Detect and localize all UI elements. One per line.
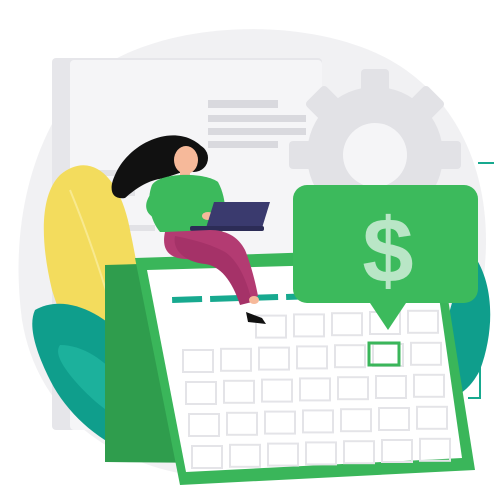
dollar-icon: $ xyxy=(362,200,413,302)
illustration: $ xyxy=(0,0,494,497)
calendar-payment-illustration: $ xyxy=(18,29,494,485)
